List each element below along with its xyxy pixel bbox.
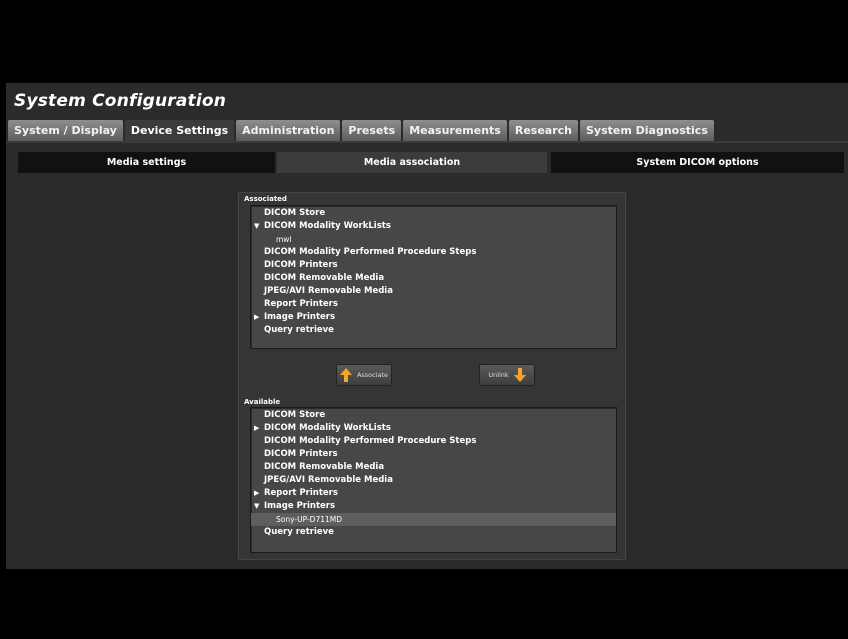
available-label: Available (244, 398, 281, 406)
media-association-panel: Associated DICOM Store ▼ DICOM Modality Wo… (238, 192, 626, 560)
expand-triangle-icon[interactable]: ▶ (254, 422, 262, 435)
associate-button[interactable]: Associate (336, 364, 392, 386)
available-list-item[interactable]: DICOM Printers (251, 448, 616, 461)
sub-tab-bar: Media settings Media association System … (18, 152, 844, 173)
available-list-item[interactable]: DICOM Store (251, 409, 616, 422)
available-item-label: JPEG/AVI Removable Media (264, 475, 393, 485)
expand-triangle-icon[interactable]: ▶ (254, 487, 262, 500)
available-item-label: DICOM Modality WorkLists (264, 423, 391, 433)
associated-item-label: Report Printers (264, 299, 338, 309)
subtab-media-settings[interactable]: Media settings (18, 152, 275, 173)
available-list[interactable]: DICOM Store ▶ DICOM Modality WorkLists DICO… (250, 407, 617, 553)
available-item-label: Image Printers (264, 501, 336, 511)
associated-list-item[interactable]: Query retrieve (251, 324, 616, 337)
associated-list-item[interactable]: Report Printers (251, 298, 616, 311)
available-list-item[interactable]: ▶ DICOM Modality WorkLists (251, 422, 616, 435)
unlink-button[interactable]: Unlink (479, 364, 535, 386)
available-list-item[interactable]: Query retrieve (251, 526, 616, 539)
associated-item-label: JPEG/AVI Removable Media (264, 286, 393, 296)
associated-item-label: Image Printers (264, 312, 336, 322)
available-item-label: Query retrieve (264, 527, 334, 537)
tab-system-display[interactable]: System / Display (8, 120, 123, 141)
tab-administration[interactable]: Administration (236, 120, 341, 141)
available-item-label: DICOM Removable Media (264, 462, 385, 472)
unlink-button-label: Unlink (488, 371, 509, 379)
available-list-item[interactable]: Sony-UP-D711MD (251, 513, 616, 526)
associated-list-item[interactable]: DICOM Store (251, 207, 616, 220)
associated-list-item[interactable]: DICOM Removable Media (251, 272, 616, 285)
associated-list-item[interactable]: JPEG/AVI Removable Media (251, 285, 616, 298)
associated-list[interactable]: DICOM Store ▼ DICOM Modality WorkLists mwl D… (250, 205, 617, 349)
collapse-triangle-icon[interactable]: ▼ (254, 220, 262, 233)
tab-device-settings[interactable]: Device Settings (124, 120, 235, 141)
subtab-media-association[interactable]: Media association (277, 152, 547, 173)
associated-item-label: Query retrieve (264, 325, 334, 335)
associated-list-item[interactable]: ▼ DICOM Modality WorkLists (251, 220, 616, 233)
available-list-item[interactable]: ▼ Image Printers (251, 500, 616, 513)
arrow-down-icon (513, 368, 526, 382)
available-item-label: Sony-UP-D711MD (276, 515, 343, 524)
available-item-label: DICOM Modality Performed Procedure Steps (264, 436, 477, 446)
associated-item-label: DICOM Store (264, 208, 326, 218)
associated-item-label: DICOM Modality WorkLists (264, 221, 391, 231)
available-list-item[interactable]: DICOM Removable Media (251, 461, 616, 474)
associated-item-label: DICOM Removable Media (264, 273, 385, 283)
page-title: System Configuration (14, 91, 227, 111)
main-tab-bar: System / Display Device Settings Adminis… (8, 120, 716, 141)
arrow-up-icon (339, 368, 352, 382)
available-item-label: DICOM Printers (264, 449, 338, 459)
associated-label: Associated (244, 195, 287, 203)
associated-item-label: DICOM Modality Performed Procedure Steps (264, 247, 477, 257)
associated-list-item[interactable]: mwl (251, 233, 616, 246)
associated-list-item[interactable]: DICOM Modality Performed Procedure Steps (251, 246, 616, 259)
associated-list-item[interactable]: ▶ Image Printers (251, 311, 616, 324)
available-item-label: Report Printers (264, 488, 338, 498)
available-list-item[interactable]: DICOM Modality Performed Procedure Steps (251, 435, 616, 448)
system-configuration-window: System Configuration System / Display De… (6, 83, 848, 569)
associate-button-label: Associate (356, 371, 389, 379)
tab-underline (6, 141, 848, 143)
tab-system-diagnostics[interactable]: System Diagnostics (579, 120, 714, 141)
expand-triangle-icon[interactable]: ▶ (254, 311, 262, 324)
available-list-item[interactable]: ▶ Report Printers (251, 487, 616, 500)
collapse-triangle-icon[interactable]: ▼ (254, 500, 262, 513)
tab-presets[interactable]: Presets (342, 120, 402, 141)
available-list-item[interactable]: JPEG/AVI Removable Media (251, 474, 616, 487)
tab-research[interactable]: Research (508, 120, 578, 141)
available-item-label: DICOM Store (264, 410, 326, 420)
associated-item-label: mwl (276, 235, 292, 244)
associated-item-label: DICOM Printers (264, 260, 338, 270)
subtab-system-dicom-options[interactable]: System DICOM options (551, 152, 844, 173)
associated-list-item[interactable]: DICOM Printers (251, 259, 616, 272)
tab-measurements[interactable]: Measurements (403, 120, 507, 141)
